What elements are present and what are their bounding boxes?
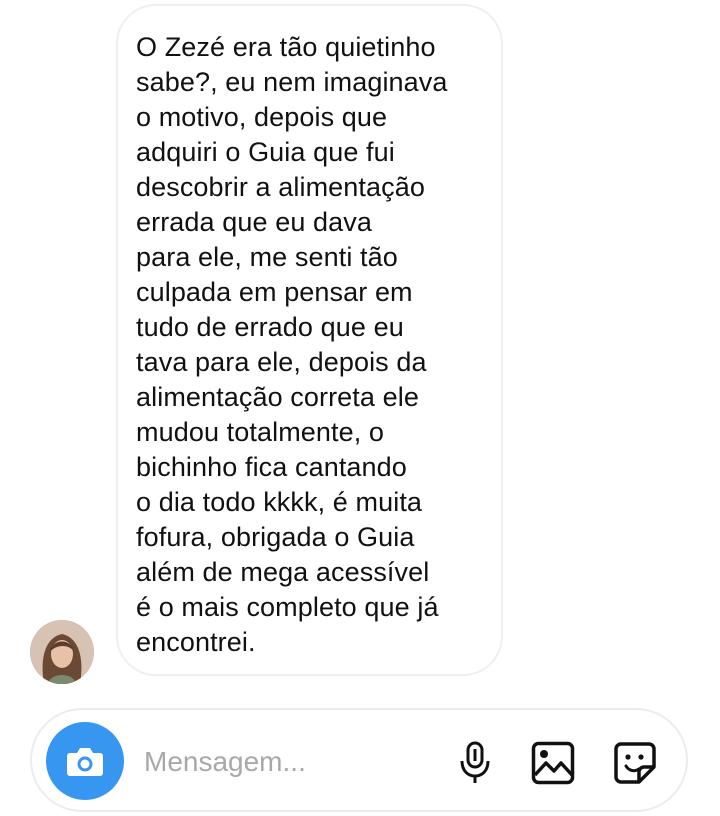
- message-composer: [30, 708, 688, 812]
- sticker-icon: [614, 742, 656, 784]
- incoming-message-row: O Zezé era tão quietinho sabe?, eu nem i…: [0, 0, 720, 690]
- message-text: O Zezé era tão quietinho sabe?, eu nem i…: [136, 32, 448, 657]
- sticker-button[interactable]: [612, 740, 658, 786]
- sender-avatar[interactable]: [30, 620, 94, 684]
- camera-button[interactable]: [46, 722, 124, 800]
- microphone-button[interactable]: [452, 740, 498, 786]
- microphone-icon: [460, 741, 490, 783]
- avatar-image: [30, 620, 94, 684]
- gallery-button[interactable]: [530, 740, 576, 786]
- chat-screen: O Zezé era tão quietinho sabe?, eu nem i…: [0, 0, 720, 816]
- message-bubble[interactable]: O Zezé era tão quietinho sabe?, eu nem i…: [116, 4, 503, 676]
- message-input[interactable]: [144, 740, 434, 784]
- camera-icon: [67, 748, 103, 776]
- image-icon: [531, 741, 575, 785]
